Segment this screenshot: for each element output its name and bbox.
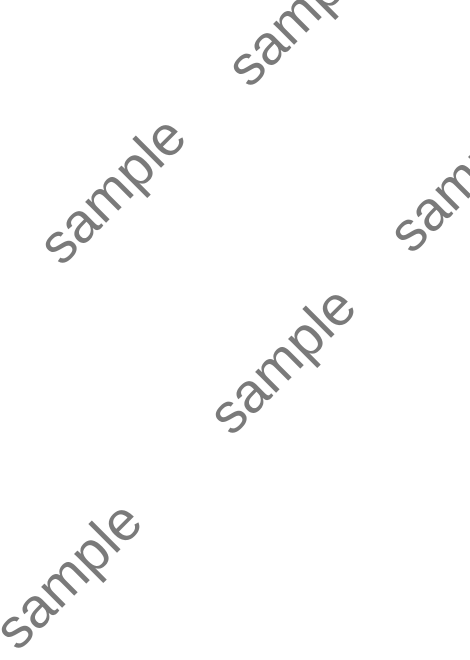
watermark-text: sample — [375, 91, 470, 264]
blank-page: sample sample sample sample sample — [0, 0, 470, 660]
watermark-text: sample — [0, 488, 154, 660]
watermark-text: sample — [213, 0, 386, 98]
watermark-text: sample — [25, 103, 198, 276]
watermark-text: sample — [195, 273, 368, 446]
